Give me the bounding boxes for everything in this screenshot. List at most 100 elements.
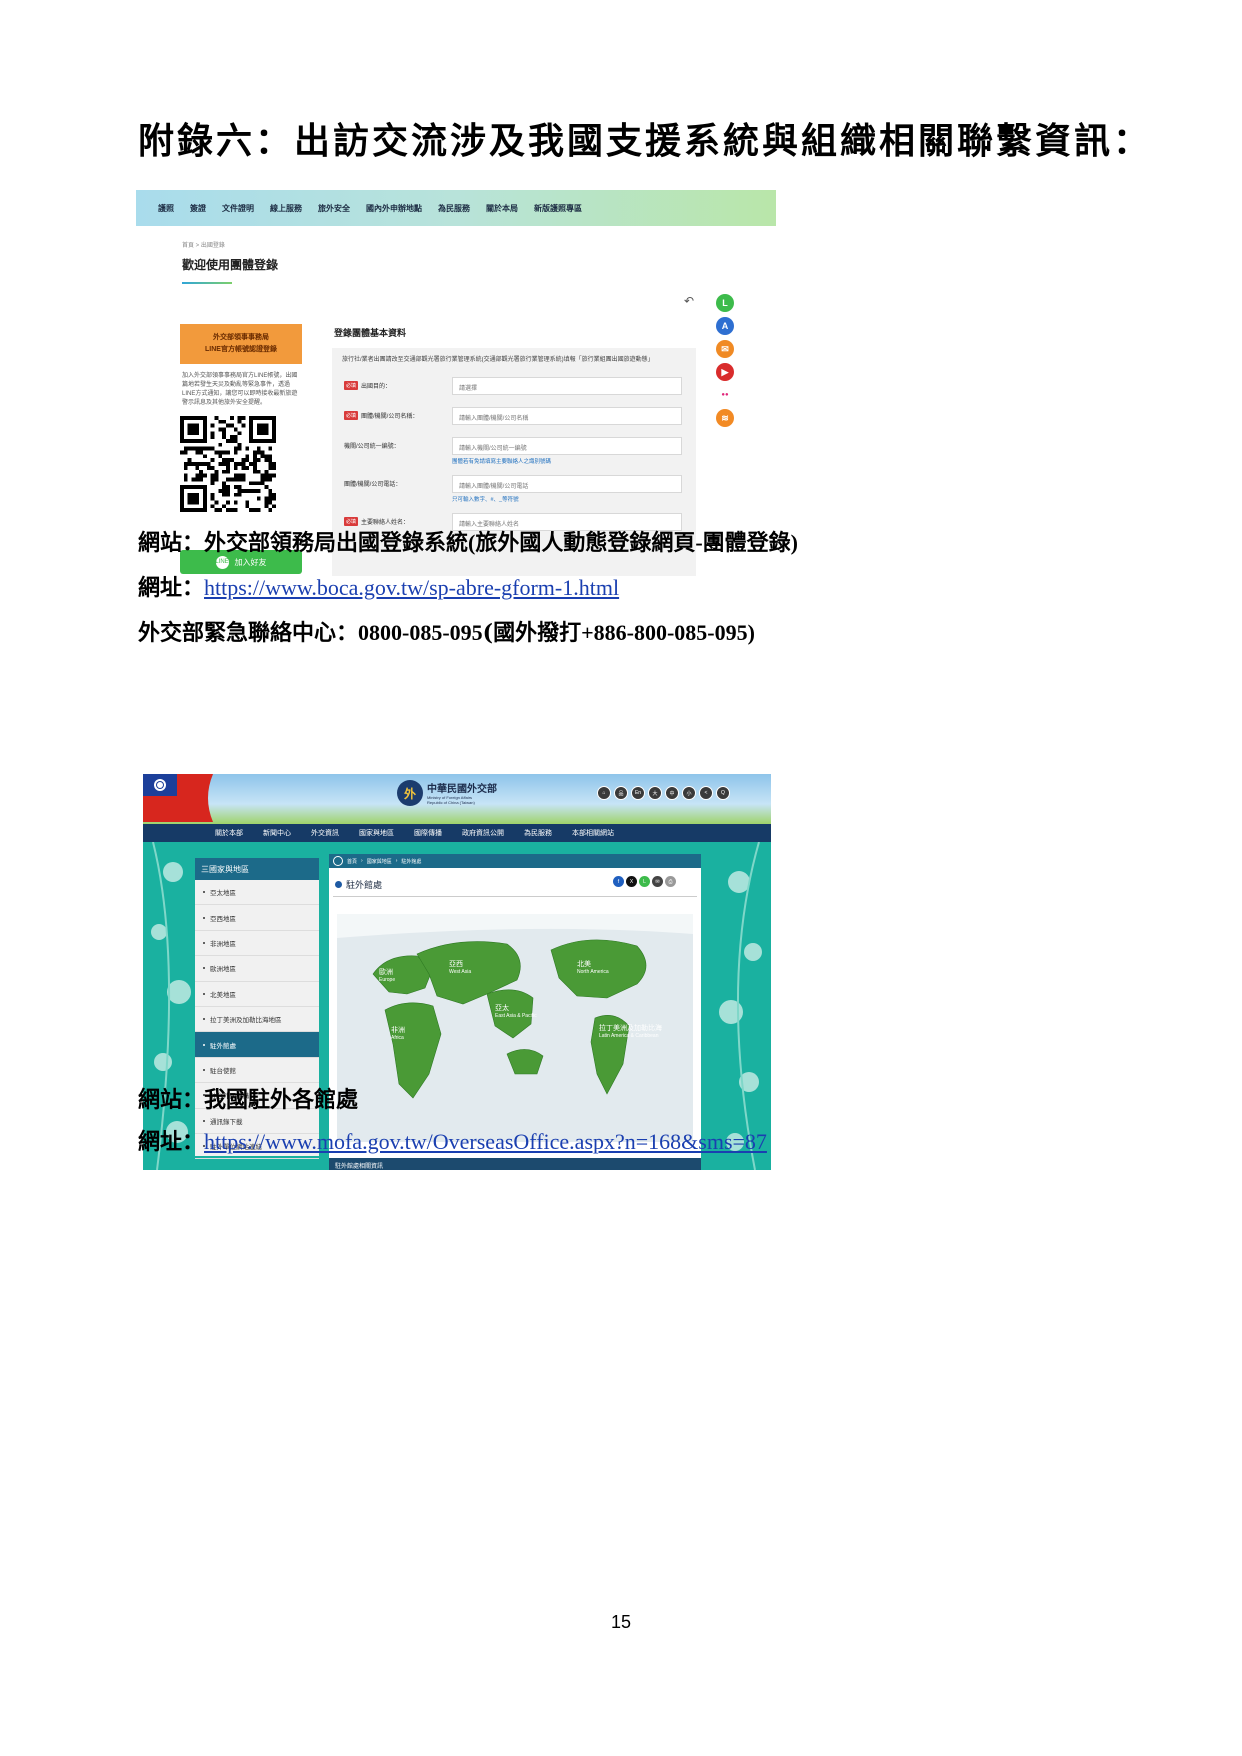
mofa-nav-item[interactable]: 外交資訊 bbox=[311, 828, 339, 838]
mofa-nav-item[interactable]: 國家與地區 bbox=[359, 828, 394, 838]
form-row-label: 必填 出國目的： bbox=[344, 381, 391, 390]
map-label-en[interactable]: Africa bbox=[391, 1035, 404, 1041]
back-arrow-icon[interactable]: ↶ bbox=[684, 294, 694, 308]
home-icon[interactable] bbox=[333, 856, 343, 866]
bullet-icon bbox=[203, 1119, 205, 1122]
mofa-nav-bar: 關於本部 新聞中心 外交資訊 國家與地區 國際傳播 政府資訊公開 為民服務 本部相關網站 bbox=[143, 824, 771, 842]
mail-icon[interactable]: ✉ bbox=[652, 876, 663, 887]
map-label-en[interactable]: Latin America & Caribbean bbox=[599, 1033, 659, 1039]
mofa-nav-item[interactable]: 國際傳播 bbox=[414, 828, 442, 838]
caption-2: 網站：我國駐外各館處 bbox=[138, 1082, 358, 1114]
boca-nav-item[interactable]: 關於本局 bbox=[486, 203, 518, 214]
emergency-label: 外交部緊急聯絡中心： bbox=[138, 620, 359, 646]
rss-icon[interactable]: ≋ bbox=[716, 409, 734, 427]
title-underline bbox=[182, 282, 232, 284]
sidebar-item[interactable]: 北美地區 bbox=[195, 982, 319, 1007]
line-icon[interactable]: L bbox=[716, 294, 734, 312]
facebook-icon[interactable]: f bbox=[613, 876, 624, 887]
print-icon[interactable]: ⎙ bbox=[665, 876, 676, 887]
mofa-url-link[interactable]: https://www.mofa.gov.tw/OverseasOffice.a… bbox=[204, 1129, 767, 1154]
utility-icon[interactable]: 大 bbox=[648, 786, 662, 800]
boca-nav-item[interactable]: 線上服務 bbox=[270, 203, 302, 214]
map-label-zh[interactable]: 北美 bbox=[577, 959, 591, 968]
utility-icon[interactable]: En bbox=[631, 786, 645, 800]
form-row-hint: 只可輸入數字、#、_等符號 bbox=[452, 497, 519, 503]
map-label-zh[interactable]: 歐洲 bbox=[379, 967, 393, 976]
map-label-zh[interactable]: 非洲 bbox=[391, 1025, 405, 1034]
mofa-nav-item[interactable]: 關於本部 bbox=[215, 828, 243, 838]
mail-icon[interactable]: ✉ bbox=[716, 340, 734, 358]
map-label-en[interactable]: Europe bbox=[379, 977, 395, 983]
boca-nav-item[interactable]: 護照 bbox=[158, 203, 174, 214]
flickr-icon[interactable]: ●● bbox=[716, 386, 734, 404]
line-icon[interactable]: L bbox=[639, 876, 650, 887]
x-icon[interactable]: X bbox=[626, 876, 637, 887]
purpose-select[interactable]: 請選擇 bbox=[452, 377, 682, 395]
utility-icon[interactable]: 中 bbox=[665, 786, 679, 800]
caption-1-label: 網站： bbox=[138, 530, 205, 556]
map-label-zh[interactable]: 亞太 bbox=[495, 1003, 509, 1012]
form-input[interactable]: 請輸入機關/公司統一編號 bbox=[452, 437, 682, 455]
share-icon[interactable]: A bbox=[716, 317, 734, 335]
youtube-icon[interactable]: ▶ bbox=[716, 363, 734, 381]
overseas-main-panel: 首頁 › 國家與地區 › 駐外館處 駐外館處 f X L ✉ ⎙ 亞西 West… bbox=[329, 854, 701, 1170]
mofa-logo-icon[interactable]: 外 bbox=[397, 780, 423, 806]
top-utility-icons: ⌂ 品 En 大中小 < Q bbox=[597, 786, 730, 800]
map-label-zh[interactable]: 亞西 bbox=[449, 960, 463, 968]
sidebar-item[interactable]: 駐台使館 bbox=[195, 1058, 319, 1084]
sidebar-item[interactable]: 歐洲地區 bbox=[195, 956, 319, 982]
crumb-region[interactable]: 國家與地區 bbox=[367, 858, 392, 865]
boca-nav-item[interactable]: 國內外申辦地點 bbox=[366, 203, 422, 214]
form-section-title: 登錄團體基本資料 bbox=[334, 328, 407, 338]
mofa-nav-item[interactable]: 政府資訊公開 bbox=[462, 828, 504, 838]
utility-icon[interactable]: < bbox=[699, 786, 713, 800]
utility-icon[interactable]: 小 bbox=[682, 786, 696, 800]
form-input[interactable]: 請輸入團體/機關/公司電話 bbox=[452, 475, 682, 493]
mofa-nav-item[interactable]: 本部相關網站 bbox=[572, 828, 614, 838]
map-label-en[interactable]: West Asia bbox=[449, 969, 471, 975]
emergency-abroad-number: +886-800-085-095) bbox=[581, 620, 755, 645]
map-label-zh[interactable]: 拉丁美洲及加勒比海 bbox=[599, 1023, 662, 1032]
social-icon-column: L A ✉ ▶ ●● ≋ bbox=[716, 294, 736, 432]
floral-decoration-left bbox=[151, 842, 191, 1170]
overseas-page-title: 駐外館處 bbox=[335, 878, 382, 891]
sidebar-item[interactable]: 拉丁美洲及加勒比海地區 bbox=[195, 1007, 319, 1033]
map-label-en[interactable]: North America bbox=[577, 969, 609, 975]
utility-icon[interactable]: ⌂ bbox=[597, 786, 611, 800]
emergency-abroad-open: (國外撥打 bbox=[482, 620, 582, 646]
line-official-account-box[interactable]: 外交部領事事務局 LINE官方帳號認證登錄 bbox=[180, 324, 302, 364]
boca-url-link[interactable]: https://www.boca.gov.tw/sp-abre-gform-1.… bbox=[204, 575, 619, 600]
bullet-icon bbox=[203, 941, 205, 944]
boca-nav-item[interactable]: 為民服務 bbox=[438, 203, 470, 214]
sidebar-title: 三國家與地區 bbox=[195, 858, 319, 880]
mofa-logo-text: 中華民國外交部 Ministry of Foreign Affairs Repu… bbox=[427, 780, 497, 805]
mofa-nav-item[interactable]: 新聞中心 bbox=[263, 828, 291, 838]
map-label-en[interactable]: East Asia & Pacific bbox=[495, 1013, 537, 1019]
boca-nav-item[interactable]: 文件證明 bbox=[222, 203, 254, 214]
url-2-line: 網址：https://www.mofa.gov.tw/OverseasOffic… bbox=[138, 1124, 767, 1156]
boca-nav-item[interactable]: 簽證 bbox=[190, 203, 206, 214]
boca-registration-screenshot: 護照 簽證 文件證明 線上服務 旅外安全 國內外申辦地點 為民服務 關於本局 新版護照專區 首頁… bbox=[136, 190, 776, 576]
form-row-label: 團體/機關/公司電話： bbox=[344, 479, 401, 488]
floral-decoration-right bbox=[719, 842, 762, 1170]
mofa-nav-item[interactable]: 為民服務 bbox=[524, 828, 552, 838]
sidebar-item[interactable]: 非洲地區 bbox=[195, 931, 319, 957]
boca-nav-item[interactable]: 旅外安全 bbox=[318, 203, 350, 214]
sidebar-item-label: 駐台使館 bbox=[210, 1067, 236, 1075]
utility-icon[interactable]: 品 bbox=[614, 786, 628, 800]
roc-flag-icon bbox=[143, 774, 213, 822]
form-input[interactable]: 請輸入團體/機關/公司名稱 bbox=[452, 407, 682, 425]
boca-nav-item[interactable]: 新版護照專區 bbox=[534, 203, 582, 214]
utility-icon[interactable]: Q bbox=[716, 786, 730, 800]
form-row-label-text: 團體/機關/公司名稱： bbox=[361, 414, 419, 420]
sidebar-item-label: 歐洲地區 bbox=[210, 966, 236, 974]
sidebar-item[interactable]: 駐外館處 bbox=[195, 1032, 319, 1058]
title-bullet-icon bbox=[335, 881, 342, 888]
sidebar-item[interactable]: 亞西地區 bbox=[195, 905, 319, 931]
crumb-home[interactable]: 首頁 bbox=[347, 858, 357, 865]
appendix-heading: 附錄六：出訪交流涉及我國支援系統與組織相關聯繫資訊： bbox=[138, 120, 1153, 162]
caption-2-text: 我國駐外各館處 bbox=[204, 1087, 359, 1113]
related-info-bar: 駐外館處相關資訊 bbox=[329, 1158, 701, 1170]
sidebar-item[interactable]: 亞太地區 bbox=[195, 880, 319, 906]
emergency-number: 0800-085-095 bbox=[358, 620, 483, 645]
